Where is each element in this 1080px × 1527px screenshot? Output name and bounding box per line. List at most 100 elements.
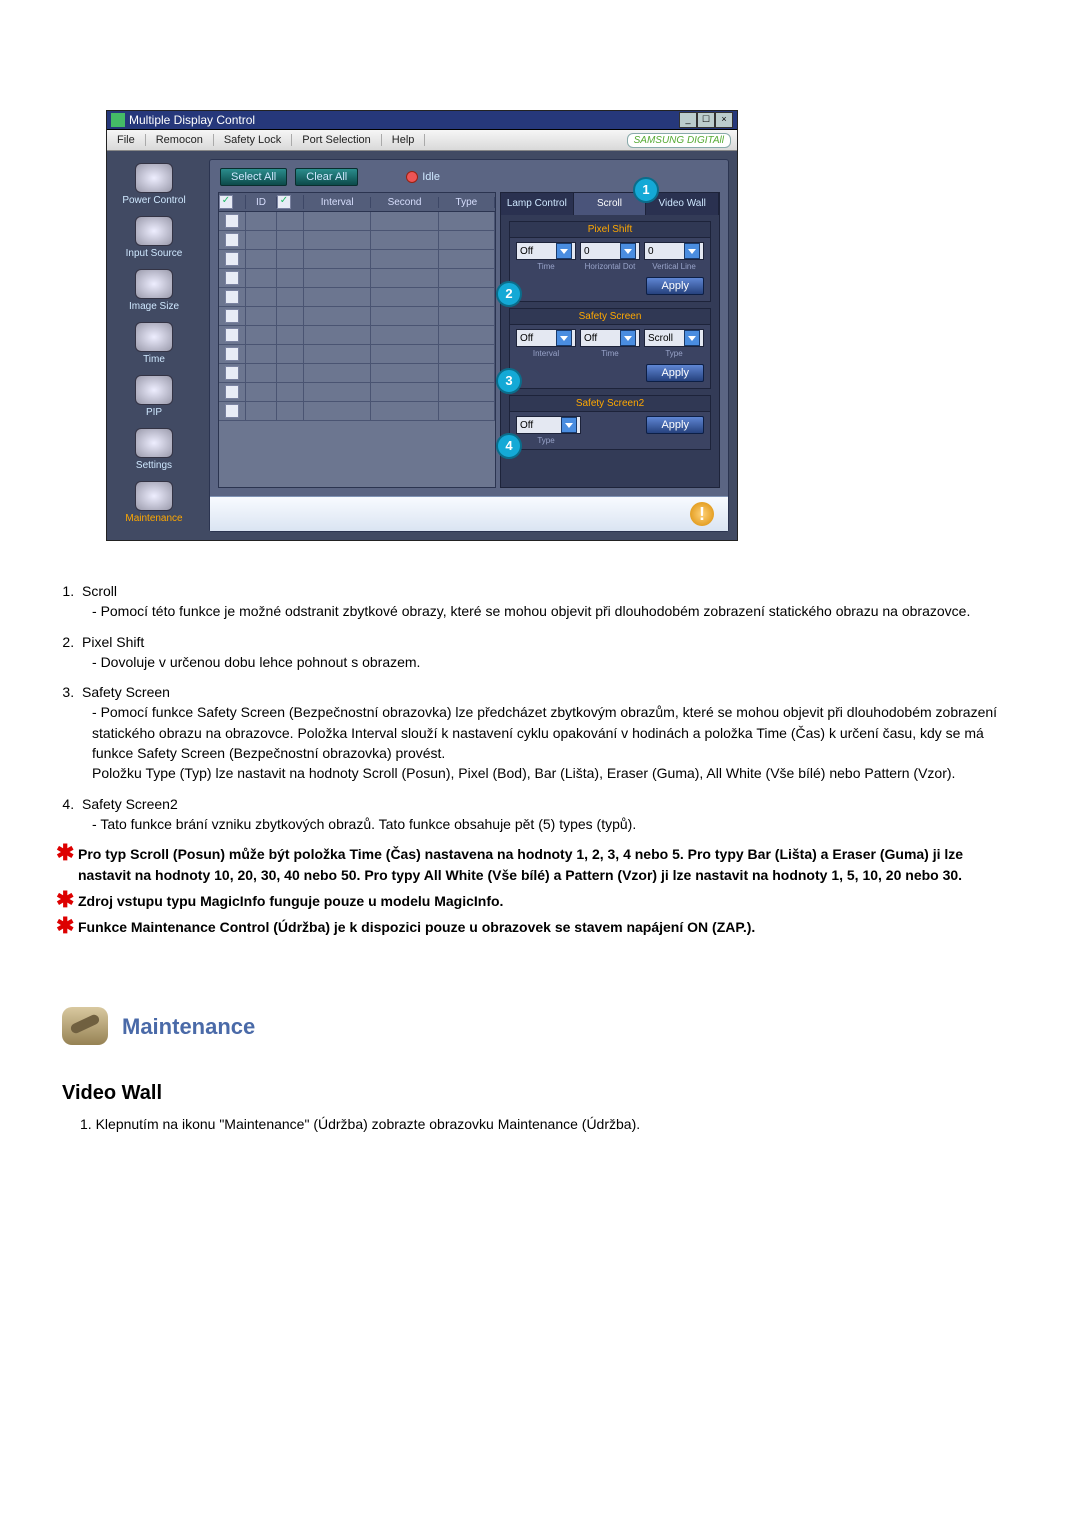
pixel-shift-hdot-value: 0 <box>584 246 590 257</box>
table-row[interactable] <box>219 288 495 307</box>
safety-screen-time-select[interactable]: Off <box>580 329 640 347</box>
star-icon: ✱ <box>56 846 74 860</box>
menu-file[interactable]: File <box>107 134 146 146</box>
row-checkbox[interactable] <box>225 328 239 342</box>
table-row[interactable] <box>219 402 495 421</box>
sidebar-item-pip[interactable]: PIP <box>109 375 199 418</box>
grid-header-id[interactable]: ID <box>246 197 277 208</box>
instruction-number: 1. <box>80 1116 92 1132</box>
safety-screen2-group: Safety Screen2 Off Apply Type <box>509 395 711 450</box>
row-checkbox[interactable] <box>225 385 239 399</box>
safety-screen-interval-select[interactable]: Off <box>516 329 576 347</box>
row-checkbox[interactable] <box>225 233 239 247</box>
pixel-shift-hdot-select[interactable]: 0 <box>580 242 640 260</box>
grid-rows <box>219 212 495 421</box>
sidebar-item-settings[interactable]: Settings <box>109 428 199 471</box>
doc-item: Safety Screen2Tato funkce brání vzniku z… <box>78 794 1016 835</box>
callout-4: 4 <box>496 433 522 459</box>
table-row[interactable] <box>219 345 495 364</box>
app-icon <box>111 113 125 127</box>
table-row[interactable] <box>219 364 495 383</box>
pixel-shift-hdot-label: Horizontal Dot <box>580 262 640 271</box>
row-checkbox[interactable] <box>225 271 239 285</box>
table-row[interactable] <box>219 231 495 250</box>
row-checkbox[interactable] <box>225 290 239 304</box>
grid-header: ID Interval Second Type <box>219 193 495 212</box>
checkbox-icon[interactable] <box>219 195 233 209</box>
safety-screen-type-select[interactable]: Scroll <box>644 329 704 347</box>
idle-indicator: Idle <box>406 171 440 183</box>
menu-port-selection[interactable]: Port Selection <box>292 134 381 146</box>
pixel-shift-vline-select[interactable]: 0 <box>644 242 704 260</box>
table-row[interactable] <box>219 326 495 345</box>
menubar: File Remocon Safety Lock Port Selection … <box>107 130 737 151</box>
row-checkbox[interactable] <box>225 366 239 380</box>
sidebar-item-time[interactable]: Time <box>109 322 199 365</box>
sidebar-item-power-control[interactable]: Power Control <box>109 163 199 206</box>
sidebar-item-maintenance[interactable]: Maintenance <box>109 481 199 524</box>
window-controls: _ ☐ × <box>679 112 733 128</box>
menu-remocon[interactable]: Remocon <box>146 134 214 146</box>
maintenance-section-heading: Maintenance <box>62 1007 1016 1045</box>
grid-header-interval[interactable]: Interval <box>304 197 371 208</box>
menu-help[interactable]: Help <box>382 134 426 146</box>
pixel-shift-time-label: Time <box>516 262 576 271</box>
minimize-button[interactable]: _ <box>679 112 697 128</box>
safety-screen-interval-value: Off <box>520 333 533 344</box>
maximize-button[interactable]: ☐ <box>697 112 715 128</box>
content-row: ID Interval Second Type 1 <box>210 192 728 496</box>
sidebar-item-image-size[interactable]: Image Size <box>109 269 199 312</box>
pixel-shift-apply-button[interactable]: Apply <box>646 277 704 295</box>
window-title: Multiple Display Control <box>129 113 679 127</box>
safety-screen2-type-select[interactable]: Off <box>516 416 581 434</box>
doc-item-title: Safety Screen2 <box>82 794 1016 814</box>
maintenance-icon <box>135 481 173 511</box>
right-tabs: Lamp Control Scroll Video Wall <box>501 193 719 215</box>
chevron-down-icon <box>561 417 577 433</box>
doc-item: Safety ScreenPomocí funkce Safety Screen… <box>78 682 1016 783</box>
grid-header-checkbox2[interactable] <box>277 195 304 209</box>
doc-item-body: Pomocí funkce Safety Screen (Bezpečnostn… <box>92 702 1016 763</box>
row-checkbox[interactable] <box>225 404 239 418</box>
table-row[interactable] <box>219 383 495 402</box>
table-row[interactable] <box>219 307 495 326</box>
row-checkbox[interactable] <box>225 309 239 323</box>
pip-icon <box>135 375 173 405</box>
doc-item: ScrollPomocí této funkce je možné odstra… <box>78 581 1016 622</box>
table-row[interactable] <box>219 212 495 231</box>
menu-safety-lock[interactable]: Safety Lock <box>214 134 292 146</box>
pixel-shift-title: Pixel Shift <box>510 222 710 238</box>
checkbox-icon[interactable] <box>277 195 291 209</box>
table-row[interactable] <box>219 250 495 269</box>
grid-header-second[interactable]: Second <box>371 197 438 208</box>
safety-screen2-apply-button[interactable]: Apply <box>646 416 704 434</box>
close-button[interactable]: × <box>715 112 733 128</box>
star-icon: ✱ <box>56 893 74 907</box>
pixel-shift-vline-value: 0 <box>648 246 654 257</box>
star-note-2-text: Zdroj vstupu typu MagicInfo funguje pouz… <box>78 893 503 909</box>
pixel-shift-time-select[interactable]: Off <box>516 242 576 260</box>
doc-item-body: Dovoluje v určenou dobu lehce pohnout s … <box>92 652 1016 672</box>
doc-item-body: Pomocí této funkce je možné odstranit zb… <box>92 601 1016 621</box>
callout-2: 2 <box>496 281 522 307</box>
safety-screen-title: Safety Screen <box>510 309 710 325</box>
grid-header-checkbox[interactable] <box>219 195 246 209</box>
callout-1: 1 <box>633 177 659 203</box>
chevron-down-icon <box>620 330 636 346</box>
table-row[interactable] <box>219 269 495 288</box>
row-checkbox[interactable] <box>225 214 239 228</box>
sidebar-label: Maintenance <box>109 513 199 524</box>
clear-all-button[interactable]: Clear All <box>295 168 358 186</box>
grid-header-type[interactable]: Type <box>439 197 495 208</box>
sidebar-item-input-source[interactable]: Input Source <box>109 216 199 259</box>
chevron-down-icon <box>556 330 572 346</box>
chevron-down-icon <box>620 243 636 259</box>
star-note-1: ✱ Pro typ Scroll (Posun) může být položk… <box>74 844 1016 885</box>
wrench-icon <box>62 1007 108 1045</box>
tab-lamp-control[interactable]: Lamp Control <box>501 193 574 215</box>
row-checkbox[interactable] <box>225 347 239 361</box>
row-checkbox[interactable] <box>225 252 239 266</box>
sidebar-label: Settings <box>109 460 199 471</box>
safety-screen-apply-button[interactable]: Apply <box>646 364 704 382</box>
select-all-button[interactable]: Select All <box>220 168 287 186</box>
